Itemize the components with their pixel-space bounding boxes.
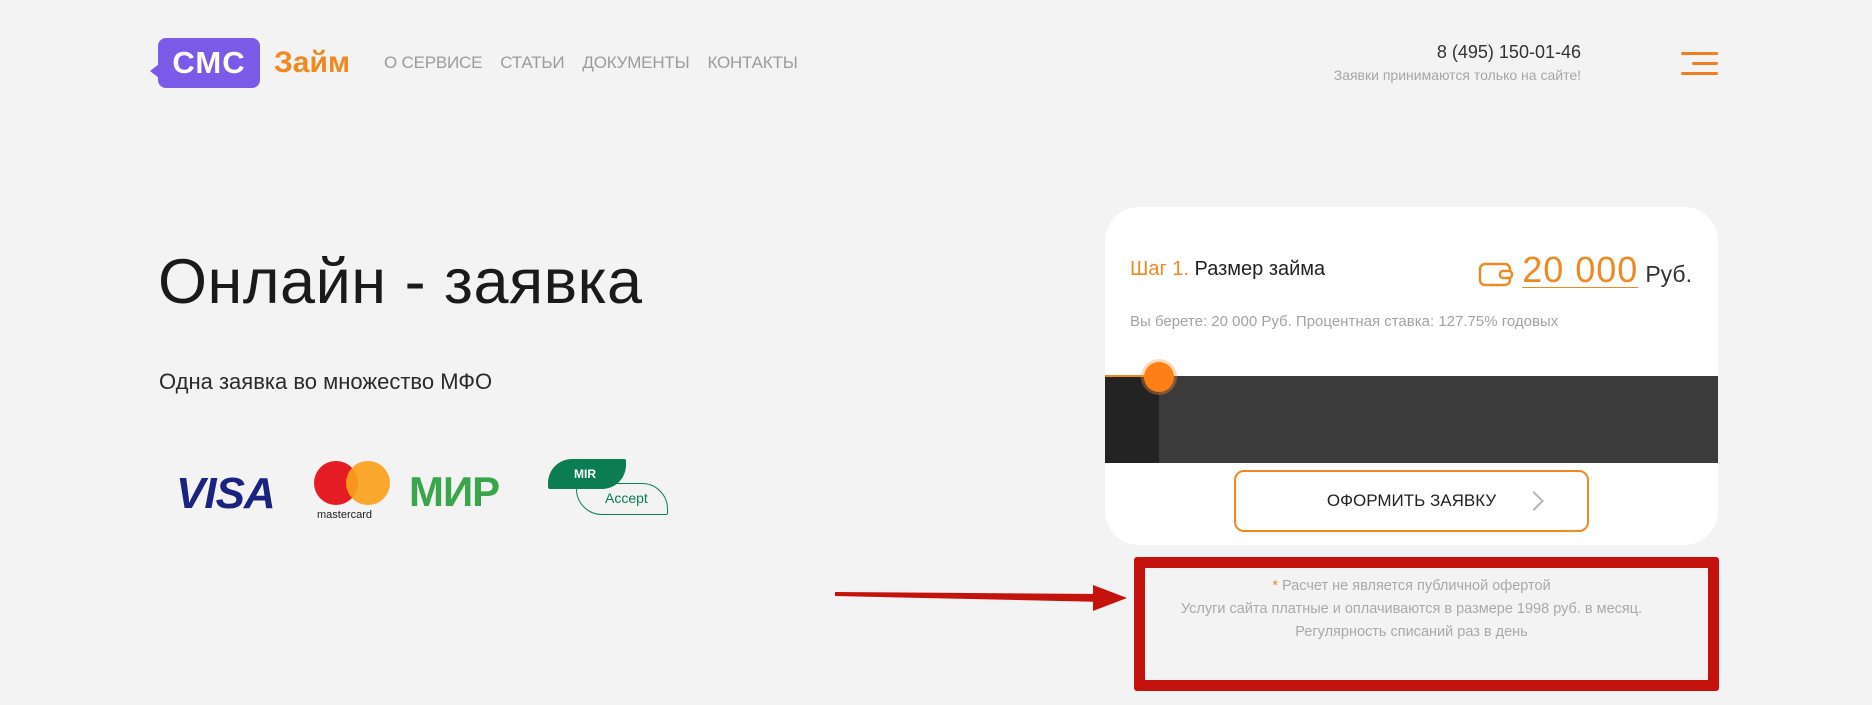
mastercard-logo: mastercard bbox=[314, 459, 390, 521]
apply-button-label: ОФОРМИТЬ ЗАЯВКУ bbox=[1326, 491, 1497, 510]
mir-accept-leaf: MIR bbox=[548, 459, 626, 489]
phone-number[interactable]: 8 (495) 150-01-46 bbox=[1334, 42, 1581, 63]
hamburger-icon[interactable] bbox=[1681, 52, 1718, 76]
loan-amount: 20 000 Руб. bbox=[1478, 249, 1692, 291]
nav-about[interactable]: О СЕРВИСЕ bbox=[384, 53, 482, 73]
page-title: Онлайн - заявка bbox=[158, 247, 643, 317]
mir-logo: МИР bbox=[409, 468, 500, 515]
step-number: Шаг 1. bbox=[1130, 258, 1189, 280]
mastercard-label: mastercard bbox=[317, 509, 373, 521]
amount-slider[interactable] bbox=[1105, 362, 1718, 463]
wallet-icon bbox=[1479, 262, 1514, 287]
slider-handle[interactable] bbox=[1144, 362, 1174, 392]
amount-currency: Руб. bbox=[1645, 261, 1692, 287]
page-subtitle: Одна заявка во множество МФО bbox=[159, 369, 493, 394]
contact-block: 8 (495) 150-01-46 Заявки принимаются тол… bbox=[1334, 42, 1581, 83]
calculation-summary: Вы берете: 20 000 Руб. Процентная ставка… bbox=[1130, 313, 1559, 330]
nav-contacts[interactable]: КОНТАКТЫ bbox=[707, 53, 797, 73]
amount-value[interactable]: 20 000 bbox=[1522, 249, 1638, 291]
step-heading: Шаг 1. Размер займа bbox=[1130, 258, 1325, 281]
logo-badge: СМС bbox=[150, 38, 260, 88]
step-label: Размер займа bbox=[1194, 258, 1326, 280]
main-nav: О СЕРВИСЕ СТАТЬИ ДОКУМЕНТЫ КОНТАКТЫ bbox=[384, 53, 798, 73]
loan-calculator-card: Шаг 1. Размер займа 20 000 Руб. Вы берет… bbox=[1105, 207, 1718, 545]
logo-word: Займ bbox=[274, 46, 351, 79]
annotation-arrow-icon bbox=[835, 585, 1127, 611]
chevron-right-icon bbox=[1524, 491, 1544, 511]
mir-accept-logo: Accept MIR bbox=[548, 459, 668, 517]
apply-button[interactable]: ОФОРМИТЬ ЗАЯВКУ bbox=[1234, 470, 1589, 532]
slider-track[interactable] bbox=[1105, 376, 1718, 463]
site-logo[interactable]: СМС Займ bbox=[150, 38, 351, 88]
nav-documents[interactable]: ДОКУМЕНТЫ bbox=[582, 53, 689, 73]
annotation-highlight-box bbox=[1134, 557, 1719, 691]
nav-articles[interactable]: СТАТЬИ bbox=[500, 53, 564, 73]
phone-note: Заявки принимаются только на сайте! bbox=[1333, 67, 1581, 83]
visa-logo: VISA bbox=[176, 469, 276, 518]
